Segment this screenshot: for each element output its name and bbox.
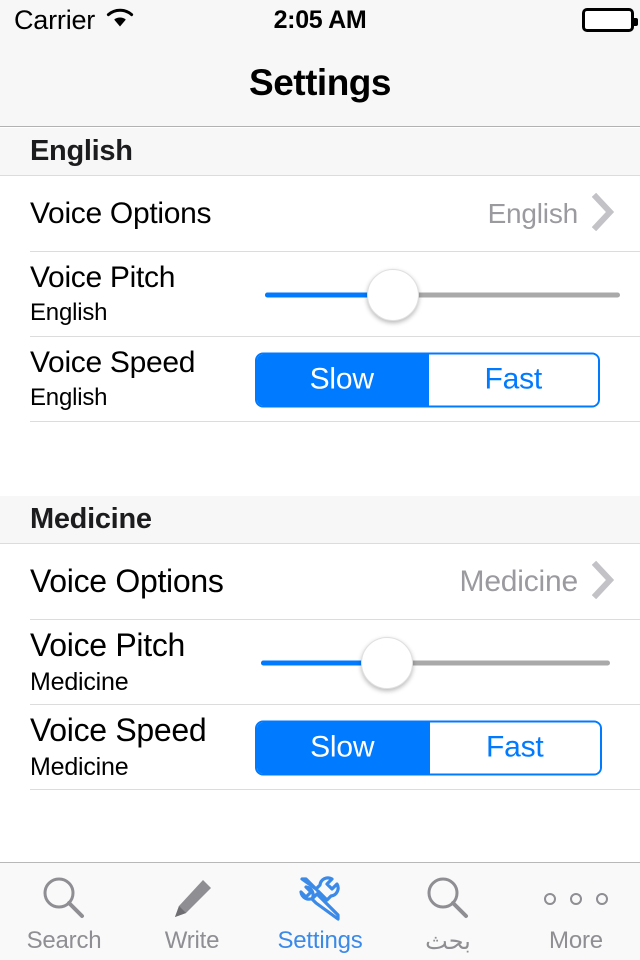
section-header-english: English: [0, 128, 640, 176]
dot: [544, 893, 556, 905]
row-title: Voice Speed: [30, 345, 196, 379]
settings-screen: Carrier 2:05 AM Settings English Voice O…: [0, 0, 640, 960]
section-header-medicine: Medicine: [0, 496, 640, 544]
status-bar: Carrier 2:05 AM: [0, 0, 640, 40]
row-labels: Voice Speed English: [30, 346, 195, 414]
section-header-title: Medicine: [30, 503, 152, 535]
section-gap: [0, 422, 640, 496]
row-title: Voice Pitch: [30, 626, 186, 663]
voice-pitch-slider-medicine[interactable]: [261, 635, 610, 691]
slider-thumb[interactable]: [366, 268, 419, 321]
chevron-right-icon: [591, 192, 616, 236]
row-voice-options-english[interactable]: Voice Options English: [0, 176, 640, 252]
status-bar-time: 2:05 AM: [273, 5, 367, 34]
segment-slow[interactable]: Slow: [257, 722, 428, 773]
tab-label: Write: [164, 927, 220, 954]
row-separator: [30, 421, 640, 422]
row-accessory: English: [487, 192, 616, 236]
navigation-bar: Settings: [0, 40, 640, 127]
magnifier-icon: [38, 873, 90, 925]
section-header-title: English: [30, 135, 133, 167]
voice-speed-segmented-english[interactable]: Slow Fast: [255, 352, 600, 407]
row-subtitle: English: [30, 299, 108, 327]
tab-search[interactable]: Search: [0, 863, 128, 960]
tab-write[interactable]: Write: [128, 863, 256, 960]
row-labels: Voice Options: [30, 563, 224, 600]
row-voice-speed-medicine[interactable]: Voice Speed Medicine Slow Fast: [0, 705, 640, 790]
segment-fast[interactable]: Fast: [426, 354, 598, 405]
tab-settings[interactable]: Settings: [256, 863, 384, 960]
row-labels: Voice Speed Medicine: [30, 711, 207, 783]
tab-label: Search: [26, 927, 102, 954]
tab-label: بحث: [425, 928, 471, 955]
status-bar-right: [582, 0, 638, 40]
battery-full-icon: [582, 8, 638, 32]
chevron-right-icon: [591, 560, 616, 604]
battery-nub: [634, 18, 638, 26]
page-title: Settings: [249, 62, 391, 103]
row-value: English: [487, 198, 579, 229]
row-accessory: Medicine: [459, 560, 616, 604]
row-labels: Voice Pitch English: [30, 261, 175, 329]
tab-label: More: [549, 927, 603, 954]
row-title: Voice Options: [30, 563, 224, 600]
row-voice-speed-english[interactable]: Voice Speed English Slow Fast: [0, 337, 640, 422]
segment-fast[interactable]: Fast: [427, 722, 600, 773]
row-separator: [30, 789, 640, 790]
voice-speed-segmented-medicine[interactable]: Slow Fast: [255, 720, 602, 775]
settings-list[interactable]: English Voice Options English Voice Pitc…: [0, 128, 640, 862]
three-dots-icon: [544, 873, 608, 925]
magnifier-icon: [422, 873, 474, 925]
row-voice-options-medicine[interactable]: Voice Options Medicine: [0, 544, 640, 620]
dot: [596, 893, 608, 905]
wrench-screwdriver-icon: [293, 873, 347, 925]
tab-label: Settings: [277, 927, 363, 954]
row-title: Voice Speed: [30, 711, 207, 748]
row-labels: Voice Pitch Medicine: [30, 627, 185, 698]
voice-pitch-slider-english[interactable]: [265, 267, 620, 323]
dot: [570, 893, 582, 905]
pencil-icon: [166, 873, 218, 925]
row-labels: Voice Options: [30, 196, 212, 232]
tab-more[interactable]: More: [512, 863, 640, 960]
row-subtitle: English: [30, 384, 108, 412]
row-subtitle: Medicine: [30, 667, 129, 696]
tab-search-arabic[interactable]: بحث: [384, 863, 512, 960]
slider-thumb[interactable]: [360, 636, 413, 689]
row-voice-pitch-english[interactable]: Voice Pitch English: [0, 252, 640, 337]
tab-bar: Search Write Settings بحث More: [0, 862, 640, 960]
row-title: Voice Options: [30, 196, 212, 230]
row-subtitle: Medicine: [30, 752, 129, 781]
segment-slow[interactable]: Slow: [257, 354, 427, 405]
row-title: Voice Pitch: [30, 260, 176, 294]
row-value: Medicine: [459, 565, 579, 598]
row-voice-pitch-medicine[interactable]: Voice Pitch Medicine: [0, 620, 640, 705]
